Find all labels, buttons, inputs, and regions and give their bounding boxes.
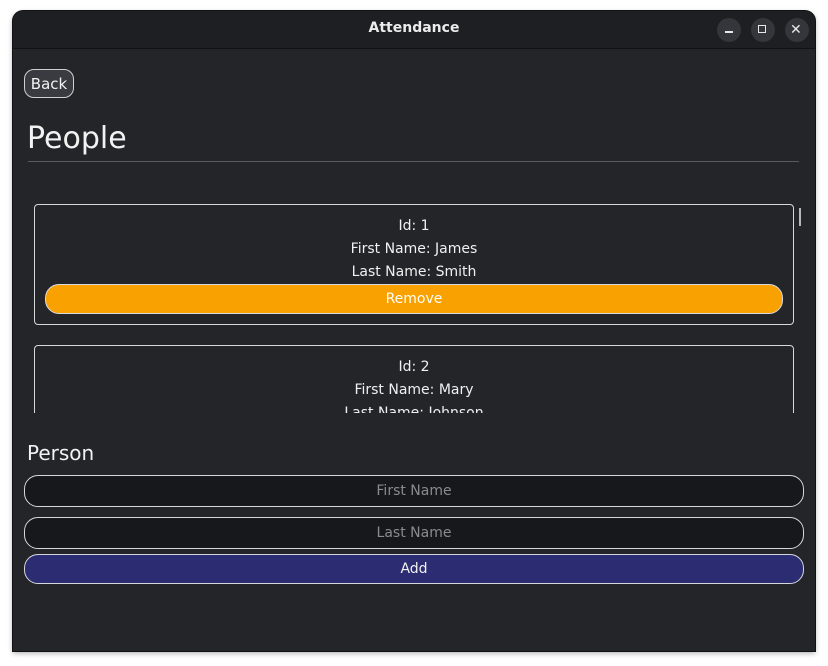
last-name-field[interactable] [24, 517, 804, 549]
person-card: Id: 2 First Name: Mary Last Name: Johnso… [34, 345, 794, 413]
person-id: Id: 1 [398, 218, 430, 234]
person-id: Id: 2 [398, 359, 430, 375]
people-list[interactable]: Id: 1 First Name: James Last Name: Smith… [34, 204, 794, 413]
maximize-icon [758, 25, 766, 33]
person-section-title: Person [27, 441, 95, 465]
close-icon: ✕ [790, 22, 802, 38]
back-button[interactable]: Back [24, 69, 74, 98]
first-name-field[interactable] [24, 475, 804, 507]
close-button[interactable]: ✕ [785, 18, 809, 42]
remove-button[interactable]: Remove [45, 284, 783, 314]
window-title: Attendance [368, 20, 460, 36]
title-bar: Attendance ✕ [13, 11, 815, 49]
title-divider [28, 161, 799, 162]
app-window: Attendance ✕ Back People Id: 1 First Nam… [13, 11, 815, 651]
person-first-name: First Name: James [350, 241, 478, 257]
maximize-button[interactable] [751, 18, 775, 42]
list-scrollbar[interactable] [799, 208, 801, 226]
person-card: Id: 1 First Name: James Last Name: Smith… [34, 204, 794, 325]
page-title: People [27, 121, 127, 156]
add-button[interactable]: Add [24, 554, 804, 584]
person-last-name: Last Name: Johnson [344, 405, 484, 413]
minimize-button[interactable] [717, 18, 741, 42]
person-first-name: First Name: Mary [354, 382, 474, 398]
person-last-name: Last Name: Smith [351, 264, 477, 280]
minimize-icon [725, 31, 733, 33]
